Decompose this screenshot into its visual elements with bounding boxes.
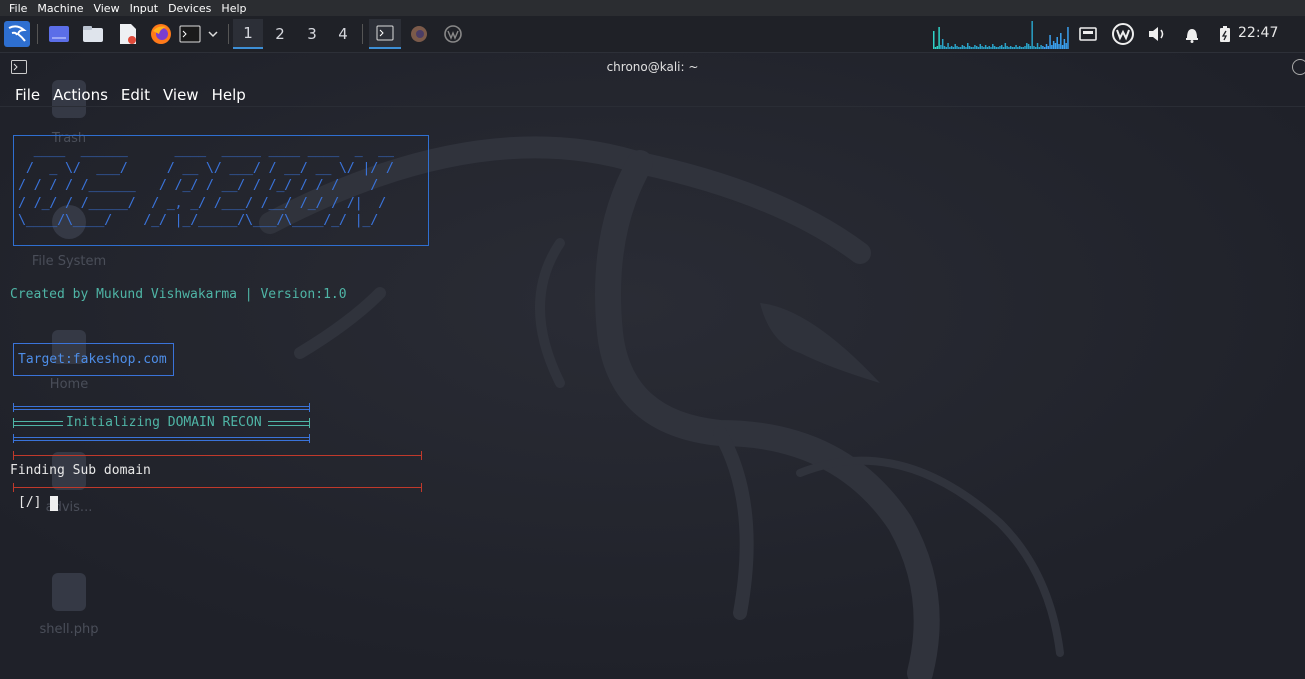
panel-separator <box>37 24 38 44</box>
rule-tick <box>13 483 14 492</box>
rule-tick <box>13 403 14 412</box>
rule-line <box>13 440 310 441</box>
terminal-title: chrono@kali: ~ <box>606 60 699 74</box>
workspace-1[interactable]: 1 <box>233 19 263 49</box>
desktop-label-shell-php: shell.php <box>39 622 99 637</box>
panel-separator <box>362 24 363 44</box>
taskbar-terminal[interactable] <box>369 19 401 49</box>
terminal-menu-divider <box>0 106 1305 107</box>
vm-menu-help[interactable]: Help <box>221 2 246 15</box>
terminal-menu-file[interactable]: File <box>15 86 40 104</box>
text-cursor <box>50 496 58 511</box>
vm-menubar: File Machine View Input Devices Help <box>0 0 1305 16</box>
ascii-banner-art: ____ ______ ____ _____ ____ ____ _ __ / … <box>18 142 394 228</box>
taskbar-wordpress-icon[interactable] <box>442 20 464 48</box>
rule-tick <box>309 403 310 412</box>
panel-separator <box>228 24 229 44</box>
notification-bell-icon[interactable] <box>1181 20 1203 48</box>
rule-tick <box>309 418 310 428</box>
terminal-menubar: File Actions Edit View Help <box>0 83 246 107</box>
rule-tick <box>13 434 14 443</box>
workspace-3[interactable]: 3 <box>297 19 327 49</box>
ascii-banner-box: ____ ______ ____ _____ ____ ____ _ __ / … <box>13 135 429 246</box>
clock[interactable]: 22:47 <box>1238 25 1278 41</box>
terminal-launcher-icon[interactable] <box>178 20 202 48</box>
chevron-down-icon[interactable] <box>205 20 221 48</box>
rule-tick <box>309 434 310 443</box>
rule-line <box>13 487 422 488</box>
text-editor-icon[interactable] <box>116 20 140 48</box>
firefox-icon[interactable] <box>149 20 173 48</box>
terminal-menu-help[interactable]: Help <box>212 86 246 104</box>
target-box: Target:fakeshop.com <box>13 343 174 376</box>
rule-tick <box>13 418 14 428</box>
creator-line: Created by Mukund Vishwakarma | Version:… <box>10 287 347 302</box>
vpn-icon[interactable] <box>1111 20 1135 48</box>
php-file-icon[interactable] <box>52 573 86 611</box>
workspace-4[interactable]: 4 <box>328 19 358 49</box>
rule-line <box>13 425 63 426</box>
window-button-icon[interactable] <box>1292 59 1305 75</box>
vm-menu-file[interactable]: File <box>9 2 27 15</box>
init-line: Initializing DOMAIN RECON <box>66 415 262 430</box>
vm-menu-view[interactable]: View <box>93 2 119 15</box>
show-desktop-icon[interactable] <box>47 20 71 48</box>
rule-tick <box>421 483 422 492</box>
rule-tick <box>421 451 422 460</box>
taskbar-firefox-icon[interactable] <box>408 20 430 48</box>
vm-menu-devices[interactable]: Devices <box>168 2 211 15</box>
finding-line: Finding Sub domain <box>10 463 151 478</box>
vm-menu-machine[interactable]: Machine <box>37 2 83 15</box>
desktop-label-file-system: File System <box>31 254 107 269</box>
vm-menu-input[interactable]: Input <box>130 2 158 15</box>
cpu-graph <box>933 19 1069 49</box>
target-text: Target:fakeshop.com <box>18 352 167 367</box>
rule-tick <box>13 451 14 460</box>
rule-line <box>13 421 63 422</box>
battery-icon[interactable] <box>1216 20 1234 48</box>
file-manager-icon[interactable] <box>81 20 105 48</box>
rule-line <box>13 406 310 407</box>
volume-icon[interactable] <box>1146 20 1168 48</box>
terminal-menu-actions[interactable]: Actions <box>53 86 108 104</box>
rule-line <box>268 425 310 426</box>
workspace-2[interactable]: 2 <box>265 19 295 49</box>
spinner-prompt: [/] <box>18 495 42 510</box>
rule-line <box>268 421 310 422</box>
rule-line <box>13 409 310 410</box>
terminal-menu-view[interactable]: View <box>163 86 199 104</box>
rule-line <box>13 437 310 438</box>
network-icon[interactable] <box>1077 20 1099 48</box>
desktop-label-home: Home <box>49 377 89 392</box>
kali-menu-icon[interactable] <box>4 20 30 48</box>
top-panel: 1 2 3 4 22:47 <box>0 16 1305 53</box>
terminal-menu-edit[interactable]: Edit <box>121 86 150 104</box>
terminal-titlebar[interactable]: chrono@kali: ~ <box>0 53 1305 81</box>
rule-line <box>13 455 422 456</box>
